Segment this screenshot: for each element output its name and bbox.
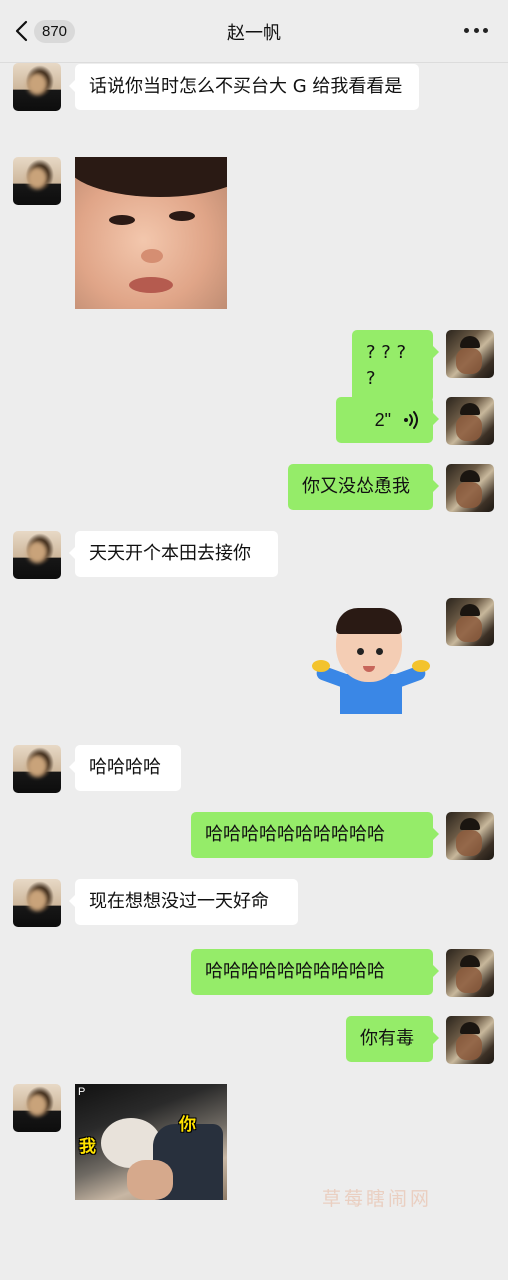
gif-meme-sticker[interactable]: P 你 我 <box>75 1084 227 1200</box>
message-bubble-outgoing[interactable]: 哈哈哈哈哈哈哈哈哈哈 <box>191 812 439 858</box>
dot-icon <box>473 27 479 33</box>
watermark: 草莓瞎闹网 <box>322 1188 433 1210</box>
contact-avatar[interactable] <box>13 879 61 927</box>
more-options-button[interactable] <box>464 26 488 34</box>
my-avatar[interactable] <box>446 812 494 860</box>
voice-message-bubble[interactable]: 2" <box>336 397 439 443</box>
baby-face-sticker[interactable] <box>75 157 227 309</box>
gif-corner-mark: P <box>78 1086 86 1098</box>
baby-shrug-sticker[interactable] <box>312 608 430 716</box>
gif-caption-left: 我 <box>79 1137 96 1157</box>
message-bubble-incoming[interactable]: 天天开个本田去接你 <box>69 531 278 577</box>
chat-title: 赵一帆 <box>227 23 281 44</box>
message-bubble-outgoing[interactable]: 你又没怂恿我 <box>288 464 439 510</box>
contact-avatar[interactable] <box>13 531 61 579</box>
contact-avatar[interactable] <box>13 63 61 111</box>
message-bubble-outgoing[interactable]: 你有毒 <box>346 1016 439 1062</box>
chat-header: 870 赵一帆 <box>0 0 508 63</box>
dot-icon <box>464 27 469 33</box>
gif-caption-right: 你 <box>179 1115 196 1135</box>
message-bubble-incoming[interactable]: 哈哈哈哈 <box>69 745 181 791</box>
message-bubble-incoming[interactable]: 话说你当时怎么不买台大 G 给我看看是 <box>69 64 419 110</box>
contact-avatar[interactable] <box>13 745 61 793</box>
contact-avatar[interactable] <box>13 1084 61 1132</box>
dot-icon <box>483 27 488 33</box>
message-bubble-outgoing[interactable]: ? ? ? ? <box>352 330 439 402</box>
my-avatar[interactable] <box>446 1016 494 1064</box>
contact-avatar[interactable] <box>13 157 61 205</box>
message-bubble-incoming[interactable]: 现在想想没过一天好命 <box>69 879 298 925</box>
my-avatar[interactable] <box>446 397 494 445</box>
my-avatar[interactable] <box>446 598 494 646</box>
my-avatar[interactable] <box>446 949 494 997</box>
my-avatar[interactable] <box>446 464 494 512</box>
voice-wave-icon <box>404 411 418 429</box>
voice-duration: 2" <box>374 410 391 430</box>
message-bubble-outgoing[interactable]: 哈哈哈哈哈哈哈哈哈哈 <box>191 949 439 995</box>
my-avatar[interactable] <box>446 330 494 378</box>
